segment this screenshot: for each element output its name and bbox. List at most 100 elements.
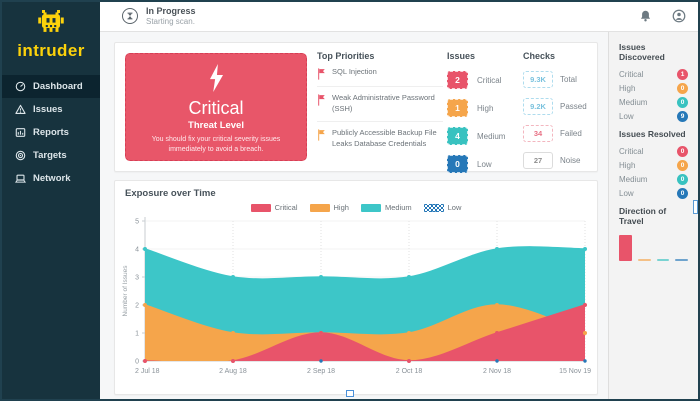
threat-level-value: Critical (188, 98, 244, 118)
flag-icon (318, 94, 325, 106)
resize-handle[interactable] (346, 390, 354, 397)
checks-row-noise: 27 Noise (523, 152, 597, 169)
svg-text:2 Aug 18: 2 Aug 18 (219, 368, 247, 375)
priority-item[interactable]: SQL Injection (317, 61, 443, 87)
svg-text:2 Nov 18: 2 Nov 18 (483, 368, 511, 375)
sidebar-item-network[interactable]: Network (2, 167, 100, 190)
scan-status: In Progress Starting scan. (122, 6, 196, 26)
svg-text:4: 4 (135, 247, 139, 254)
direction-bar-high (637, 259, 651, 261)
svg-text:Number of Issues: Number of Issues (122, 265, 129, 317)
legend-swatch (423, 203, 444, 212)
issues-row-low: 0 Low (447, 155, 519, 173)
svg-text:1: 1 (135, 331, 139, 338)
svg-text:3: 3 (135, 275, 139, 282)
hourglass-icon (122, 8, 138, 24)
resolved-row-critical: Critical 0 (619, 144, 688, 158)
issues-row-critical: 2 Critical (447, 71, 519, 89)
legend-item-critical[interactable]: Critical (250, 203, 298, 212)
check-value-box: 27 (523, 152, 553, 169)
legend-label: Critical (274, 203, 298, 212)
bell-icon[interactable] (639, 9, 652, 28)
count-badge: 0 (677, 82, 688, 94)
main-content: Critical Threat Level You should fix you… (100, 32, 608, 399)
resolved-row-low: Low 0 (619, 186, 688, 200)
exposure-chart-card: Exposure over Time Critical High Medium Low… (114, 180, 598, 395)
status-title: In Progress (146, 6, 196, 16)
direction-of-travel-chart (619, 231, 688, 261)
legend-label: Low (447, 203, 462, 212)
issues-discovered-heading: Issues Discovered (619, 42, 665, 62)
user-icon[interactable] (672, 9, 686, 28)
legend-item-medium[interactable]: Medium (360, 203, 412, 212)
count-badge: 0 (677, 173, 688, 185)
sidebar-item-label: Issues (33, 104, 63, 115)
threat-description: You should fix your critical severity is… (151, 135, 281, 154)
priority-item[interactable]: Publicly Accessible Backup File Leaks Da… (317, 122, 443, 156)
sidebar: intruder Dashboard Issues Reports Target… (2, 2, 100, 399)
legend-swatch (250, 203, 271, 212)
sidebar-item-reports[interactable]: Reports (2, 121, 100, 144)
warning-triangle-icon (15, 104, 26, 114)
svg-text:0: 0 (135, 359, 139, 366)
direction-bar-critical (619, 235, 632, 261)
chart-legend: Critical High Medium Low (115, 203, 597, 212)
svg-text:2 Sep 18: 2 Sep 18 (307, 368, 335, 375)
status-subtitle: Starting scan. (146, 17, 195, 26)
svg-text:2: 2 (135, 303, 139, 310)
direction-bar-low (675, 259, 688, 261)
top-priorities: Top Priorities SQL Injection Weak Admini… (317, 51, 443, 156)
sidebar-item-issues[interactable]: Issues (2, 98, 100, 121)
right-panel: Issues Discovered Critical 1 High 0 Medi… (608, 32, 698, 399)
resolved-row-high: High 0 (619, 158, 688, 172)
sidebar-menu: Dashboard Issues Reports Targets Network (2, 75, 100, 190)
svg-text:5: 5 (135, 219, 139, 226)
checks-summary: Checks 9.3K Total 9.2K Passed 34 Failed … (523, 51, 597, 169)
count-badge: 0 (677, 96, 688, 108)
check-value-box: 34 (523, 125, 553, 142)
discovered-row-low: Low 9 (619, 109, 688, 123)
legend-item-high[interactable]: High (309, 203, 349, 212)
issues-row-medium: 4 Medium (447, 127, 519, 145)
checks-row-passed: 9.2K Passed (523, 98, 597, 115)
count-badge: 0 (677, 187, 688, 199)
laptop-icon (15, 174, 26, 183)
legend-label: High (333, 203, 349, 212)
summary-card: Critical Threat Level You should fix you… (114, 42, 598, 173)
issues-resolved-heading: Issues Resolved (619, 129, 686, 139)
svg-text:2 Jul 18: 2 Jul 18 (135, 368, 160, 375)
issues-heading: Issues (447, 51, 476, 61)
sidebar-item-targets[interactable]: Targets (2, 144, 100, 167)
target-icon (15, 150, 26, 161)
app-logo[interactable]: intruder (2, 2, 100, 61)
intruder-dashboard-screen: intruder Dashboard Issues Reports Target… (0, 0, 700, 401)
discovered-row-medium: Medium 0 (619, 95, 688, 109)
top-priorities-heading: Top Priorities (317, 51, 375, 61)
checks-row-failed: 34 Failed (523, 125, 597, 142)
direction-of-travel-heading: Direction of Travel (619, 206, 667, 226)
discovered-row-critical: Critical 1 (619, 67, 688, 81)
legend-swatch (360, 203, 381, 212)
discovered-row-high: High 0 (619, 81, 688, 95)
count-badge: 9 (677, 110, 688, 122)
issue-count-badge: 4 (447, 127, 468, 145)
priority-item[interactable]: Weak Administrative Password (SSH) (317, 87, 443, 122)
threat-level-card: Critical Threat Level You should fix you… (125, 53, 307, 161)
gauge-icon (15, 81, 26, 92)
resolved-row-medium: Medium 0 (619, 172, 688, 186)
app-title: intruder (17, 41, 85, 60)
issue-count-badge: 1 (447, 99, 468, 117)
chart-title: Exposure over Time (125, 188, 216, 199)
legend-label: Medium (384, 203, 412, 212)
flag-icon (318, 68, 325, 80)
lightning-bolt-icon (209, 64, 223, 92)
bug-logo-icon (38, 10, 64, 32)
issue-count-badge: 2 (447, 71, 468, 89)
sidebar-item-dashboard[interactable]: Dashboard (2, 75, 100, 98)
sidebar-item-label: Dashboard (33, 81, 83, 92)
legend-item-low[interactable]: Low (423, 203, 462, 212)
svg-text:15 Nov 19: 15 Nov 19 (559, 368, 591, 375)
legend-swatch (309, 203, 330, 212)
sidebar-item-label: Reports (33, 127, 69, 138)
scrollbar-thumb[interactable] (693, 200, 698, 214)
